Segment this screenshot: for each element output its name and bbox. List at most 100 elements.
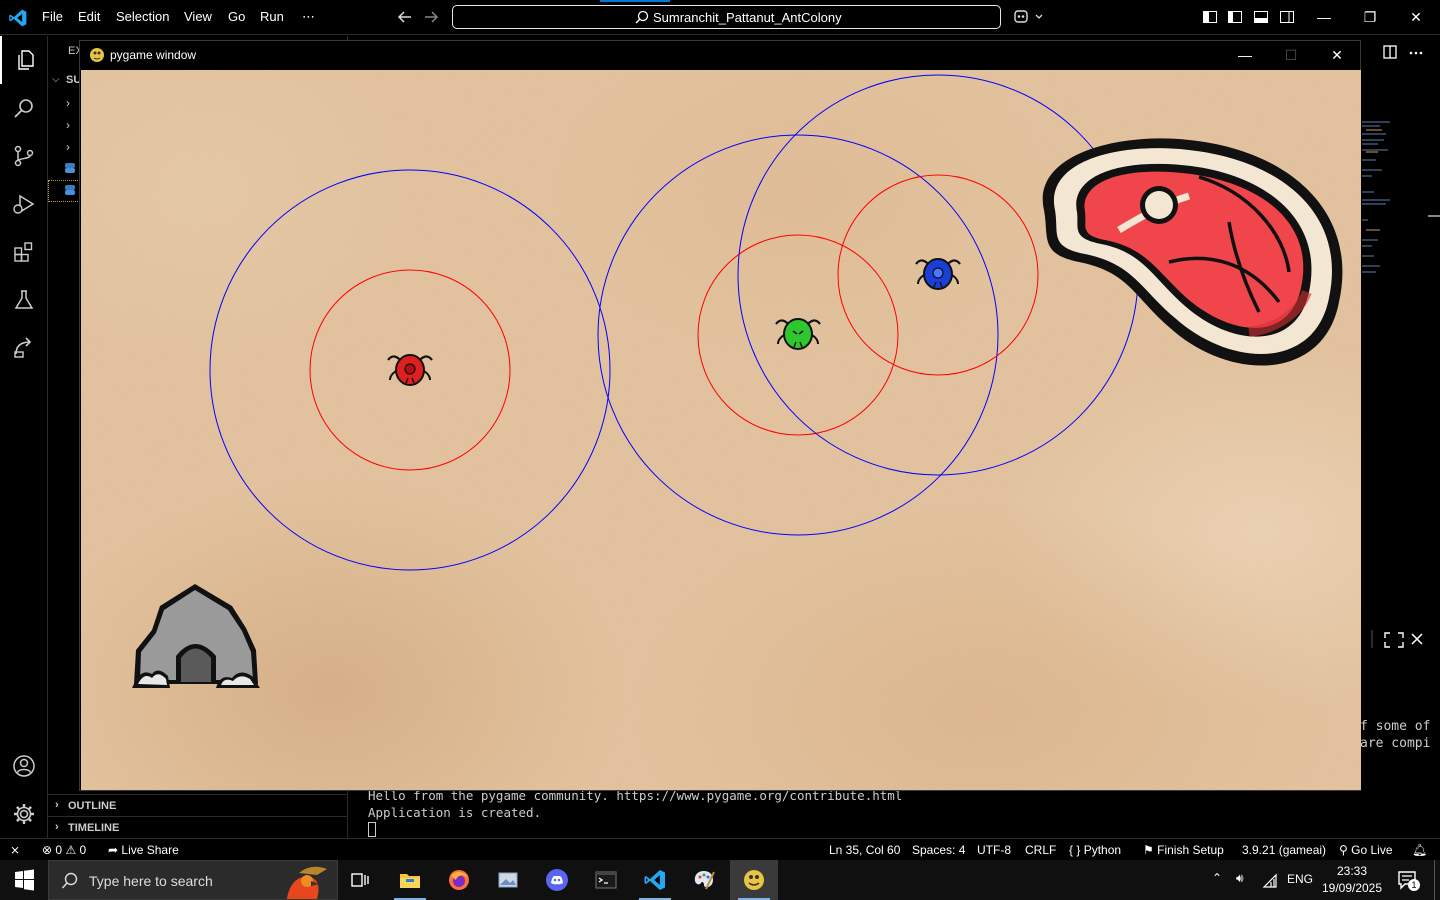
activity-bar (0, 36, 48, 838)
broadcast-icon: ⚲ (1339, 843, 1348, 857)
toggle-sidebar-icon[interactable] (1227, 9, 1243, 25)
go-live-button[interactable]: ⚲ Go Live (1339, 843, 1393, 857)
warning-icon: ⚠ (65, 843, 77, 857)
live-share-button[interactable]: ➦ Live Share (108, 843, 179, 857)
pygame-close-button[interactable]: ✕ (1314, 43, 1360, 67)
taskbar-discord[interactable] (533, 860, 581, 900)
terminal-icon (595, 871, 617, 889)
panel-actions (1371, 630, 1423, 648)
menu-selection[interactable]: Selection (116, 9, 169, 24)
clock-date[interactable]: 19/09/2025 (1320, 881, 1384, 895)
pygame-maximize-button[interactable]: ☐ (1268, 43, 1314, 67)
windows-taskbar: Type here to search ⌃ 🔊︎ ENG 23:33 19/09… (0, 860, 1440, 900)
more-actions-icon[interactable] (1409, 51, 1423, 55)
taskbar-vscode[interactable] (631, 860, 679, 900)
game-canvas[interactable] (81, 70, 1361, 790)
outline-section[interactable]: › OUTLINE (48, 794, 348, 816)
toggle-secondary-sidebar-icon[interactable] (1279, 9, 1295, 25)
split-editor-icon[interactable] (1383, 45, 1397, 59)
activity-accounts[interactable] (0, 742, 48, 790)
terminal-panel[interactable]: Hello from the pygame community. https:/… (348, 788, 1440, 838)
activity-search[interactable] (0, 84, 48, 132)
python-file-icon[interactable] (64, 162, 76, 174)
indentation[interactable]: Spaces: 4 (912, 843, 965, 857)
taskbar-terminal[interactable] (582, 860, 630, 900)
menu-view[interactable]: View (184, 9, 212, 24)
problems-indicator[interactable]: ⊗ 0 ⚠ 0 (42, 843, 86, 857)
braces-icon: { } (1069, 843, 1081, 857)
menu-go[interactable]: Go (228, 9, 245, 24)
python-interpreter[interactable]: 3.9.21 (gameai) (1242, 843, 1326, 857)
input-language[interactable]: ENG (1287, 872, 1313, 886)
activity-run-debug[interactable] (0, 180, 48, 228)
status-bar: ⨯ ⊗ 0 ⚠ 0 ➦ Live Share Ln 35, Col 60 Spa… (0, 838, 1440, 860)
pygame-window-title: pygame window (110, 48, 197, 62)
restore-button[interactable]: ❐ (1348, 4, 1392, 30)
line-ending[interactable]: CRLF (1025, 843, 1056, 857)
customize-layout-icon[interactable] (1202, 9, 1218, 25)
chevron-right-icon[interactable]: › (66, 141, 76, 153)
close-button[interactable]: ✕ (1394, 4, 1438, 30)
finish-setup-label: Finish Setup (1157, 843, 1224, 857)
taskbar-paint[interactable] (680, 860, 728, 900)
chevron-down-icon[interactable]: ⌵ (52, 74, 60, 85)
activity-testing[interactable] (0, 276, 48, 324)
close-panel-icon[interactable] (1411, 633, 1423, 645)
activity-extensions[interactable] (0, 228, 48, 276)
clock-time[interactable]: 23:33 (1320, 864, 1384, 878)
show-desktop-button[interactable] (1434, 860, 1440, 900)
editor-minimap[interactable] (1360, 90, 1440, 290)
arrow-left-icon[interactable] (396, 7, 414, 27)
search-icon (14, 99, 33, 118)
activity-remote-explorer[interactable] (0, 324, 48, 372)
maximize-panel-icon[interactable] (1384, 632, 1404, 648)
activity-manage[interactable] (0, 790, 48, 838)
taskbar-search-box[interactable]: Type here to search (48, 860, 338, 900)
pygame-titlebar[interactable]: pygame window — ☐ ✕ (80, 41, 1360, 70)
action-center-button[interactable]: 1 (1396, 869, 1420, 891)
cursor-position[interactable]: Ln 35, Col 60 (829, 843, 900, 857)
arrow-right-icon[interactable] (422, 7, 440, 27)
encoding[interactable]: UTF-8 (977, 843, 1011, 857)
focused-row-outline (48, 180, 78, 202)
menu-more[interactable]: ⋯ (302, 9, 315, 25)
menu-run[interactable]: Run (260, 9, 284, 24)
language-mode[interactable]: { } Python (1069, 843, 1121, 857)
finish-setup-button[interactable]: ⚑ Finish Setup (1143, 843, 1224, 857)
activity-source-control[interactable] (0, 132, 48, 180)
network-wifi-icon[interactable] (1262, 872, 1278, 888)
chevron-up-icon[interactable]: ⌃ (1212, 871, 1222, 885)
language-label: Python (1083, 843, 1122, 857)
volume-icon[interactable]: 🔊︎ (1236, 871, 1244, 886)
search-icon (61, 872, 78, 889)
code-fragment-line: f some of (1360, 719, 1431, 734)
menu-edit[interactable]: Edit (78, 9, 100, 24)
pygame-minimize-button[interactable]: — (1222, 43, 1268, 67)
activity-explorer[interactable] (0, 36, 48, 84)
timeline-section[interactable]: › TIMELINE (48, 816, 348, 838)
setup-icon: ⚑ (1143, 843, 1154, 857)
discord-icon (546, 869, 568, 891)
taskbar-file-explorer[interactable] (386, 860, 434, 900)
toggle-panel-icon[interactable] (1253, 9, 1269, 25)
code-fragment-line: are compi (1360, 736, 1431, 751)
taskbar-photos[interactable] (484, 860, 532, 900)
command-center[interactable]: Sumranchit_Pattanut_AntColony (452, 5, 1001, 29)
taskbar-task-view[interactable] (336, 860, 384, 900)
pygame-window[interactable]: pygame window — ☐ ✕ (79, 40, 1361, 791)
active-accent-line (600, 0, 670, 2)
menu-file[interactable]: File (42, 9, 63, 24)
outline-label: OUTLINE (68, 800, 117, 812)
taskbar-firefox[interactable] (435, 860, 483, 900)
minimize-button[interactable]: — (1302, 4, 1346, 30)
windows-start-icon[interactable] (0, 860, 48, 900)
chevron-right-icon[interactable]: › (66, 97, 76, 109)
chevron-right-icon[interactable]: › (66, 119, 76, 131)
pygame-snake-icon (90, 48, 104, 62)
bell-icon[interactable]: 🔔︎ (1412, 843, 1427, 857)
search-highlight-bird-icon (287, 866, 327, 899)
task-view-icon (351, 873, 369, 887)
remote-indicator[interactable]: ⨯ (10, 843, 20, 857)
taskbar-pygame[interactable] (730, 860, 778, 900)
copilot-icon[interactable] (1012, 8, 1046, 26)
